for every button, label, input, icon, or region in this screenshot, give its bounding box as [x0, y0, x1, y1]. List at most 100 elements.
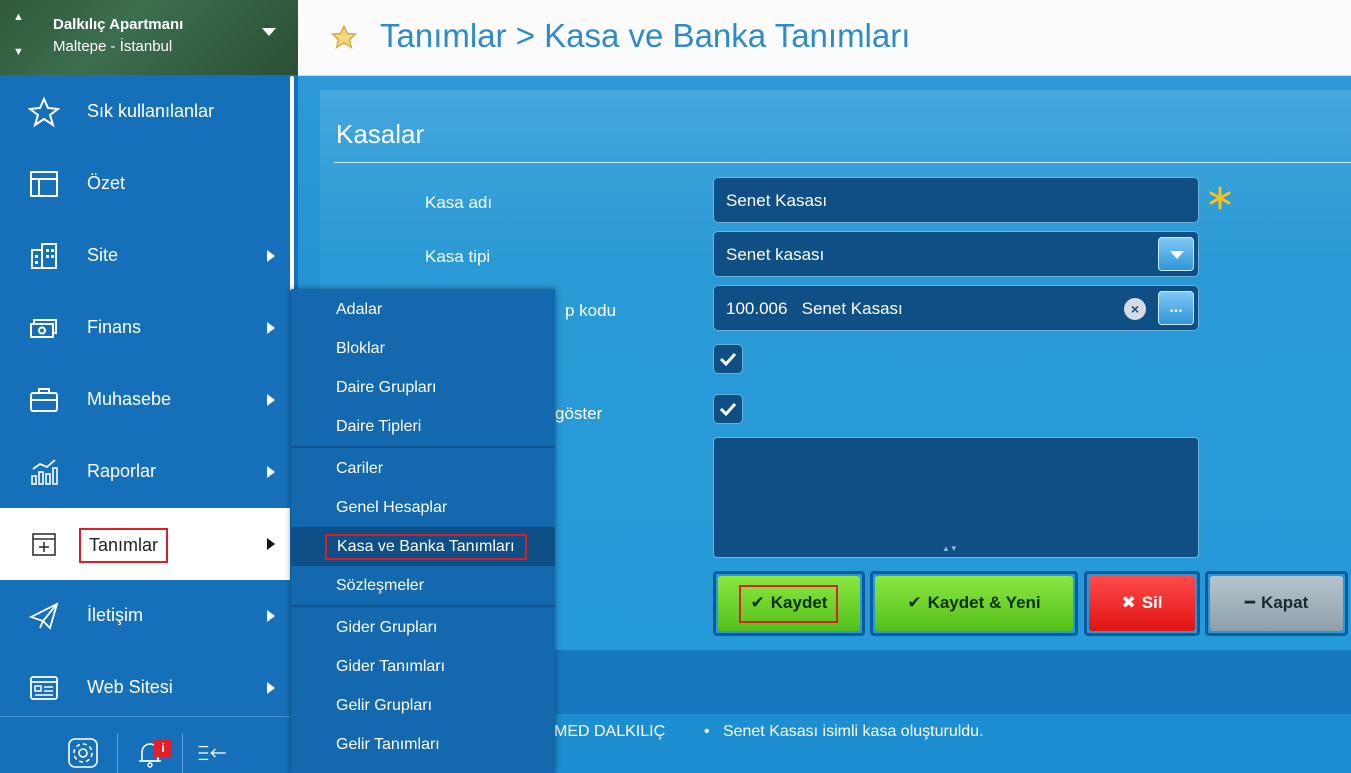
- sidebar-item-label: Site: [87, 245, 119, 265]
- submenu-divider: [291, 605, 555, 607]
- account-code-value: 100.006 Senet Kasası: [726, 299, 903, 318]
- submenu-item-cariler[interactable]: Cariler: [291, 449, 555, 488]
- submenu-item-label: Sözleşmeler: [336, 577, 425, 594]
- sidebar-item-communication[interactable]: İletişim: [0, 580, 290, 652]
- paper-plane-icon: [28, 602, 59, 630]
- chevron-down-icon: [1170, 251, 1184, 259]
- submenu-item-label: Gelir Tanımları: [336, 736, 440, 753]
- checkmark-icon: [719, 352, 737, 367]
- save-new-button[interactable]: ✔ Kaydet & Yeni: [870, 571, 1078, 636]
- sidebar-item-label: Muhasebe: [87, 389, 172, 409]
- money-icon: [30, 319, 57, 338]
- status-message-text: Senet Kasası isimli kasa oluşturuldu.: [722, 723, 984, 740]
- submenu-item-adalar[interactable]: Adalar: [291, 290, 555, 329]
- chevron-right-icon: [267, 322, 275, 334]
- save-new-label: Kaydet & Yeni: [927, 593, 1041, 612]
- status-message: • Senet Kasası isimli kasa oluşturuldu.: [704, 723, 984, 740]
- down-arrow-icon[interactable]: ▼: [13, 46, 24, 58]
- kasa-name-input[interactable]: Senet Kasası: [713, 177, 1199, 223]
- delete-label: Sil: [1141, 593, 1163, 612]
- label-kasa-tipi: Kasa tipi: [425, 247, 491, 266]
- footer-divider: [117, 733, 118, 773]
- label-show: göster: [555, 404, 603, 423]
- sidebar-item-label: Finans: [87, 317, 142, 337]
- submenu-item-label: Daire Grupları: [336, 379, 437, 396]
- sidebar-item-label: Tanımlar: [79, 528, 169, 563]
- sidebar-item-label: İletişim: [87, 605, 144, 625]
- browse-button[interactable]: ...: [1158, 291, 1194, 325]
- chevron-down-icon[interactable]: [262, 28, 276, 36]
- submenu-item-gelir-tanimlari[interactable]: Gelir Tanımları: [291, 725, 555, 764]
- submenu-item-kasa-banka[interactable]: Kasa ve Banka Tanımları: [291, 527, 555, 566]
- sidebar-item-finance[interactable]: Finans: [0, 292, 290, 364]
- kasa-type-select[interactable]: Senet kasası: [713, 231, 1199, 277]
- definitions-submenu: Adalar Bloklar Daire Grupları Daire Tipl…: [291, 289, 555, 773]
- chevron-right-icon: [267, 610, 275, 622]
- sidebar-item-label: Sık kullanılanlar: [87, 101, 215, 121]
- sidebar-item-accounting[interactable]: Muhasebe: [0, 364, 290, 436]
- kasa-type-value: Senet kasası: [726, 245, 825, 264]
- sidebar-item-definitions[interactable]: Tanımlar: [0, 508, 290, 580]
- star-icon: [28, 96, 60, 128]
- submenu-item-label: Daire Tipleri: [336, 418, 422, 435]
- submenu-item-label: Cariler: [336, 460, 384, 477]
- submenu-item-label: Gider Tanımları: [336, 658, 446, 675]
- submenu-item-label: Bloklar: [336, 340, 385, 357]
- submenu-item-sozlesmeler[interactable]: Sözleşmeler: [291, 566, 555, 605]
- building-icon: [31, 243, 57, 269]
- submenu-divider: [291, 446, 555, 448]
- checkmark-icon: ✔: [907, 593, 922, 612]
- kasa-name-value: Senet Kasası: [726, 191, 828, 210]
- close-icon: ✖: [1121, 593, 1136, 612]
- submenu-item-daire-gruplari[interactable]: Daire Grupları: [291, 368, 555, 407]
- gear-icon[interactable]: [67, 737, 99, 769]
- resize-handle-icon[interactable]: ▲▼: [942, 544, 958, 553]
- dropdown-button[interactable]: [1158, 237, 1194, 271]
- sidebar-item-label: Web Sitesi: [87, 677, 173, 697]
- chart-icon: [31, 459, 58, 485]
- chevron-right-icon: [267, 394, 275, 406]
- organization-selector[interactable]: ▲ ▼ Dalkılıç Apartmanı Maltepe - İstanbu…: [0, 0, 298, 75]
- submenu-item-bloklar[interactable]: Bloklar: [291, 329, 555, 368]
- sidebar-item-reports[interactable]: Raporlar: [0, 436, 290, 508]
- notification-badge: i: [154, 739, 172, 757]
- submenu-item-genel-hesaplar[interactable]: Genel Hesaplar: [291, 488, 555, 527]
- favorite-star-icon[interactable]: [331, 24, 357, 50]
- chevron-right-icon: [267, 250, 275, 262]
- clear-icon[interactable]: ×: [1124, 298, 1146, 320]
- account-code-input[interactable]: 100.006 Senet Kasası × ...: [713, 285, 1199, 331]
- submenu-item-gider-tanimlari[interactable]: Gider Tanımları: [291, 647, 555, 686]
- chevron-right-icon: [267, 682, 275, 694]
- website-icon: [30, 676, 58, 700]
- save-highlight: [739, 585, 838, 623]
- submenu-item-gider-gruplari[interactable]: Gider Grupları: [291, 608, 555, 647]
- close-button[interactable]: ━ Kapat: [1205, 571, 1348, 636]
- page-header: Tanımlar > Kasa ve Banka Tanımları: [298, 0, 1351, 76]
- sidebar: ▲ ▼ Dalkılıç Apartmanı Maltepe - İstanbu…: [0, 0, 298, 773]
- checkbox-show[interactable]: [713, 394, 743, 424]
- submenu-item-label: Gider Grupları: [336, 619, 438, 636]
- sidebar-item-label: Özet: [87, 173, 126, 193]
- sidebar-item-site[interactable]: Site: [0, 220, 290, 292]
- submenu-item-daire-tipleri[interactable]: Daire Tipleri: [291, 407, 555, 446]
- description-textarea[interactable]: ▲▼: [713, 437, 1199, 558]
- sidebar-scrollbar[interactable]: [290, 76, 294, 291]
- submenu-item-label: Genel Hesaplar: [336, 499, 448, 516]
- collapse-menu-icon[interactable]: [197, 737, 229, 769]
- required-star-icon: [1209, 186, 1231, 210]
- submenu-item-gelir-gruplari[interactable]: Gelir Grupları: [291, 686, 555, 725]
- checkbox-active[interactable]: [713, 344, 743, 374]
- definitions-icon: [32, 533, 56, 556]
- delete-button[interactable]: ✖ Sil: [1084, 571, 1200, 636]
- sidebar-item-summary[interactable]: Özet: [0, 148, 290, 220]
- sidebar-item-website[interactable]: Web Sitesi: [0, 652, 290, 724]
- label-kasa-adi: Kasa adı: [425, 193, 493, 212]
- label-account-code: p kodu: [565, 301, 617, 320]
- organization-name: Dalkılıç Apartmanı: [53, 16, 184, 33]
- up-arrow-icon[interactable]: ▲: [13, 11, 24, 23]
- chevron-right-icon: [267, 466, 275, 478]
- sidebar-footer: i: [0, 716, 290, 773]
- user-name: MED DALKILIÇ: [554, 723, 666, 740]
- sidebar-item-favorites[interactable]: Sık kullanılanlar: [0, 76, 290, 148]
- submenu-item-label: Kasa ve Banka Tanımları: [325, 534, 527, 560]
